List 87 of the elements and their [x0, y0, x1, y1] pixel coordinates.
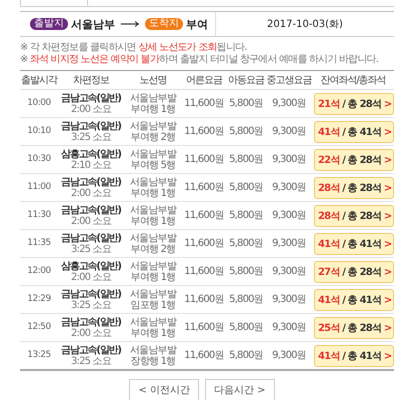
seat-button[interactable]: 28석 / 총 28석 >	[314, 176, 394, 198]
departure-time: 11:00	[20, 174, 58, 202]
adult-fare: 11,600원	[182, 90, 226, 118]
route-name: 서울남부발 부여행 5행	[124, 146, 182, 174]
route-name: 서울남부발 장항행 1행	[124, 342, 182, 370]
notice-text: ※ 좌석 비지정 노선은 예약이 불가하며 출발지 터미널 창구에서 예매를 하시기 바랍니다.	[20, 54, 380, 66]
student-fare: 9,300원	[266, 146, 312, 174]
next-time-button[interactable]: 다음시간 >	[205, 379, 275, 400]
child-fare: 5,800원	[226, 202, 266, 230]
adult-fare: 11,600원	[182, 342, 226, 370]
bus-info[interactable]: 금남고속(일반) 3:25 소요	[58, 286, 124, 314]
route-name: 서울남부발 부여행 1행	[124, 174, 182, 202]
bus-info[interactable]: 금남고속(일반) 2:00 소요	[58, 314, 124, 342]
departure-time: 10:10	[20, 118, 58, 146]
departure-time: 10:00	[20, 90, 58, 118]
seat-button[interactable]: 41석 / 총 41석 >	[314, 288, 394, 310]
route-name: 서울남부발 부여행 1행	[124, 258, 182, 286]
adult-fare: 11,600원	[182, 174, 226, 202]
route-name: 서울남부발 부여행 1행	[124, 202, 182, 230]
arrow-icon	[120, 20, 140, 28]
departure-time: 13:25	[20, 342, 58, 370]
child-fare: 5,800원	[226, 90, 266, 118]
origin-badge: 출발지	[30, 18, 68, 30]
adult-fare: 11,600원	[182, 118, 226, 146]
seat-button[interactable]: 41석 / 총 41석 >	[314, 120, 394, 142]
student-fare: 9,300원	[266, 202, 312, 230]
route-name: 서울남부발 부여행 1행	[124, 314, 182, 342]
previous-time-button[interactable]: < 이전시간	[129, 379, 199, 400]
bus-info[interactable]: 금남고속(일반) 2:00 소요	[58, 174, 124, 202]
bus-info[interactable]: 삼흥고속(일반) 2:00 소요	[58, 258, 124, 286]
child-fare: 5,800원	[226, 230, 266, 258]
route-name: 서울남부발 부여행 2행	[124, 230, 182, 258]
seat-button[interactable]: 25석 / 총 28석 >	[314, 316, 394, 338]
seat-button[interactable]: 28석 / 총 28석 >	[314, 204, 394, 226]
column-header: 잔여좌석/총좌석	[312, 70, 394, 90]
bus-info[interactable]: 금남고속(일반) 2:00 소요	[58, 90, 124, 118]
student-fare: 9,300원	[266, 286, 312, 314]
departure-time: 12:50	[20, 314, 58, 342]
bus-info[interactable]: 금남고속(일반) 3:25 소요	[58, 118, 124, 146]
child-fare: 5,800원	[226, 118, 266, 146]
child-fare: 5,800원	[226, 342, 266, 370]
seat-button[interactable]: 21석 / 총 28석 >	[314, 92, 394, 114]
seat-button[interactable]: 41석 / 총 41석 >	[314, 344, 394, 366]
column-header: 어른요금	[182, 70, 226, 90]
destination-badge: 도착지	[145, 18, 183, 30]
child-fare: 5,800원	[226, 286, 266, 314]
student-fare: 9,300원	[266, 342, 312, 370]
adult-fare: 11,600원	[182, 258, 226, 286]
column-header: 차편정보	[58, 70, 124, 90]
bus-info[interactable]: 삼흥고속(일반) 2:10 소요	[58, 146, 124, 174]
adult-fare: 11,600원	[182, 286, 226, 314]
student-fare: 9,300원	[266, 230, 312, 258]
child-fare: 5,800원	[226, 258, 266, 286]
departure-time: 11:35	[20, 230, 58, 258]
column-header: 중고생요금	[266, 70, 312, 90]
bus-info[interactable]: 금남고속(일반) 3:25 소요	[58, 342, 124, 370]
column-header: 출발시각	[20, 70, 58, 90]
adult-fare: 11,600원	[182, 314, 226, 342]
column-header: 노선명	[124, 70, 182, 90]
seat-button[interactable]: 27석 / 총 28석 >	[314, 260, 394, 282]
notice-text: ※ 각 차편정보를 클릭하시면 상세 노선도가 조회됩니다.	[20, 42, 248, 54]
student-fare: 9,300원	[266, 258, 312, 286]
route-name: 서울남부발 부여행 2행	[124, 118, 182, 146]
adult-fare: 11,600원	[182, 230, 226, 258]
adult-fare: 11,600원	[182, 202, 226, 230]
adult-fare: 11,600원	[182, 146, 226, 174]
student-fare: 9,300원	[266, 118, 312, 146]
departure-time: 12:00	[20, 258, 58, 286]
student-fare: 9,300원	[266, 174, 312, 202]
route-name: 서울남부발 임포행 1행	[124, 286, 182, 314]
bus-info[interactable]: 금남고속(일반) 2:00 소요	[58, 202, 124, 230]
departure-time: 12:29	[20, 286, 58, 314]
column-header: 아동요금	[226, 70, 266, 90]
route-name: 서울남부발 부여행 1행	[124, 90, 182, 118]
child-fare: 5,800원	[226, 174, 266, 202]
child-fare: 5,800원	[226, 146, 266, 174]
student-fare: 9,300원	[266, 314, 312, 342]
origin-name: 서울남부	[71, 16, 115, 32]
departure-date: 2017-10-03(화)	[266, 18, 344, 31]
departure-time: 11:30	[20, 202, 58, 230]
destination-name: 부여	[186, 16, 208, 32]
student-fare: 9,300원	[266, 90, 312, 118]
bus-info[interactable]: 금남고속(일반) 3:25 소요	[58, 230, 124, 258]
seat-button[interactable]: 22석 / 총 28석 >	[314, 148, 394, 170]
seat-button[interactable]: 41석 / 총 41석 >	[314, 232, 394, 254]
child-fare: 5,800원	[226, 314, 266, 342]
departure-time: 10:30	[20, 146, 58, 174]
